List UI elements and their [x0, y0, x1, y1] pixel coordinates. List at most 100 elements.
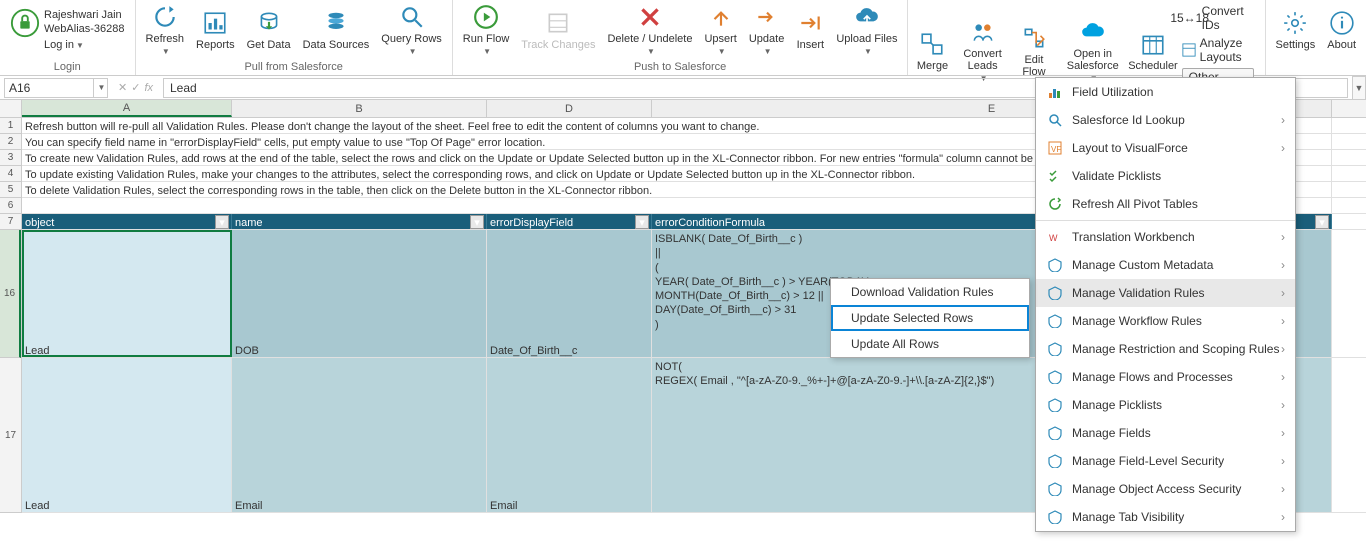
- update-all-rows-item[interactable]: Update All Rows: [831, 331, 1029, 357]
- run-flow-button[interactable]: Run Flow▼: [457, 1, 515, 59]
- manage-fls-item[interactable]: Manage Field-Level Security›: [1036, 447, 1295, 475]
- row-header-2[interactable]: 2: [0, 134, 21, 150]
- analyze-layouts-link[interactable]: Analyze Layouts: [1182, 34, 1255, 66]
- filter-icon[interactable]: ▾: [1315, 215, 1329, 229]
- row-header-5[interactable]: 5: [0, 182, 21, 198]
- filter-icon[interactable]: ▾: [635, 215, 649, 229]
- gear-icon: [1281, 9, 1309, 37]
- cell-d17[interactable]: Email: [487, 358, 652, 512]
- row-header-6[interactable]: 6: [0, 198, 21, 214]
- id-icon: 15↔18: [1182, 10, 1198, 26]
- update-icon: [753, 3, 781, 31]
- merge-button[interactable]: Merge: [912, 28, 952, 74]
- manage-flows-item[interactable]: Manage Flows and Processes›: [1036, 363, 1295, 391]
- sf-id-lookup-item[interactable]: Salesforce Id Lookup›: [1036, 106, 1295, 134]
- header-error-display[interactable]: errorDisplayField▾: [487, 214, 652, 229]
- manage-tab-item[interactable]: Manage Tab Visibility›: [1036, 503, 1295, 531]
- cell-e17[interactable]: NOT( REGEX( Email , "^[a-zA-Z0-9._%+-]+@…: [652, 358, 1052, 512]
- reports-button[interactable]: Reports: [190, 7, 241, 53]
- search-icon: [1046, 111, 1064, 129]
- manage-metadata-item[interactable]: Manage Custom Metadata›: [1036, 251, 1295, 279]
- row-header-3[interactable]: 3: [0, 150, 21, 166]
- manage-validation-item[interactable]: Manage Validation Rules›: [1036, 279, 1295, 307]
- cell-b16[interactable]: DOB: [232, 230, 487, 357]
- cancel-formula-icon[interactable]: ✕: [118, 81, 127, 94]
- open-in-salesforce-button[interactable]: Open in Salesforce▼: [1055, 16, 1130, 86]
- ribbon-group-push: Run Flow▼ Track Changes Delete / Undelet…: [453, 0, 909, 75]
- get-data-icon: [255, 9, 283, 37]
- filter-icon[interactable]: ▾: [470, 215, 484, 229]
- cloud-icon: [1079, 18, 1107, 46]
- cloud-upload-icon: [853, 3, 881, 31]
- chevron-down-icon: ▼: [1355, 83, 1364, 93]
- select-all-corner[interactable]: [0, 100, 22, 117]
- update-selected-rows-item[interactable]: Update Selected Rows: [831, 305, 1029, 331]
- login-link[interactable]: Log in▼: [44, 38, 125, 52]
- ribbon: Rajeshwari Jain WebAlias-36288 Log in▼ L…: [0, 0, 1366, 76]
- delete-undelete-button[interactable]: Delete / Undelete▼: [601, 1, 698, 59]
- row-headers: 1 2 3 4 5 6 7 16 17: [0, 118, 22, 513]
- delete-icon: [636, 3, 664, 31]
- svg-text:W: W: [1049, 233, 1058, 243]
- calendar-icon: [1139, 30, 1167, 58]
- svg-text:VF: VF: [1051, 145, 1061, 154]
- vf-icon: VF: [1046, 139, 1064, 157]
- col-header-b[interactable]: B: [232, 100, 487, 117]
- get-data-button[interactable]: Get Data: [241, 7, 297, 53]
- scheduler-button[interactable]: Scheduler: [1130, 28, 1175, 74]
- manage-fields-item[interactable]: Manage Fields›: [1036, 419, 1295, 447]
- badge-icon: [1046, 284, 1064, 302]
- cell-a17[interactable]: Lead: [22, 358, 232, 512]
- data-sources-button[interactable]: Data Sources: [297, 7, 376, 53]
- insert-icon: [796, 9, 824, 37]
- download-validation-rules-item[interactable]: Download Validation Rules: [831, 279, 1029, 305]
- badge-icon: [1046, 480, 1064, 498]
- refresh-pivot-icon: [1046, 195, 1064, 213]
- manage-restriction-item[interactable]: Manage Restriction and Scoping Rules›: [1036, 335, 1295, 363]
- name-box-dropdown[interactable]: ▼: [94, 78, 108, 98]
- row-header-4[interactable]: 4: [0, 166, 21, 182]
- col-header-d[interactable]: D: [487, 100, 652, 117]
- refresh-pivot-item[interactable]: Refresh All Pivot Tables: [1036, 190, 1295, 218]
- layout-to-vf-item[interactable]: VFLayout to VisualForce›: [1036, 134, 1295, 162]
- row-header-1[interactable]: 1: [0, 118, 21, 134]
- cell-b17[interactable]: Email: [232, 358, 487, 512]
- accept-formula-icon[interactable]: ✓: [131, 81, 140, 94]
- name-box[interactable]: A16: [4, 78, 94, 98]
- cell-d16[interactable]: Date_Of_Birth__c: [487, 230, 652, 357]
- convert-ids-link[interactable]: 15↔18Convert IDs: [1182, 2, 1255, 34]
- user-block: Rajeshwari Jain WebAlias-36288 Log in▼: [4, 4, 131, 57]
- manage-oas-item[interactable]: Manage Object Access Security›: [1036, 475, 1295, 503]
- badge-icon: [1046, 452, 1064, 470]
- filter-icon[interactable]: ▾: [215, 215, 229, 229]
- edit-flow-button[interactable]: Edit Flow: [1013, 22, 1056, 80]
- settings-button[interactable]: Settings: [1270, 7, 1322, 53]
- track-icon: [544, 9, 572, 37]
- badge-icon: [1046, 340, 1064, 358]
- translate-icon: W: [1046, 228, 1064, 246]
- update-button[interactable]: Update▼: [743, 1, 790, 59]
- collapse-caret[interactable]: ▼: [1352, 76, 1366, 100]
- upsert-button[interactable]: Upsert▼: [698, 1, 742, 59]
- refresh-button[interactable]: Refresh▼: [140, 1, 191, 59]
- insert-button[interactable]: Insert: [790, 7, 830, 53]
- edit-flow-icon: [1020, 24, 1048, 52]
- row-header-17[interactable]: 17: [0, 358, 21, 513]
- about-button[interactable]: About: [1321, 7, 1362, 53]
- manage-picklists-item[interactable]: Manage Picklists›: [1036, 391, 1295, 419]
- validate-picklists-item[interactable]: Validate Picklists: [1036, 162, 1295, 190]
- translation-workbench-item[interactable]: WTranslation Workbench›: [1036, 223, 1295, 251]
- row-header-16[interactable]: 16: [0, 230, 21, 358]
- col-header-a[interactable]: A: [22, 100, 232, 117]
- field-utilization-item[interactable]: Field Utilization: [1036, 78, 1295, 106]
- query-rows-button[interactable]: Query Rows▼: [375, 1, 448, 59]
- row-header-7[interactable]: 7: [0, 214, 21, 230]
- header-object[interactable]: object▾: [22, 214, 232, 229]
- header-name[interactable]: name▾: [232, 214, 487, 229]
- manage-workflow-item[interactable]: Manage Workflow Rules›: [1036, 307, 1295, 335]
- track-changes-button[interactable]: Track Changes: [515, 7, 601, 53]
- convert-leads-button[interactable]: Convert Leads▼: [952, 16, 1012, 86]
- fx-icon[interactable]: fx: [144, 82, 153, 94]
- upload-files-button[interactable]: Upload Files▼: [830, 1, 903, 59]
- cell-a16[interactable]: Lead: [22, 230, 232, 357]
